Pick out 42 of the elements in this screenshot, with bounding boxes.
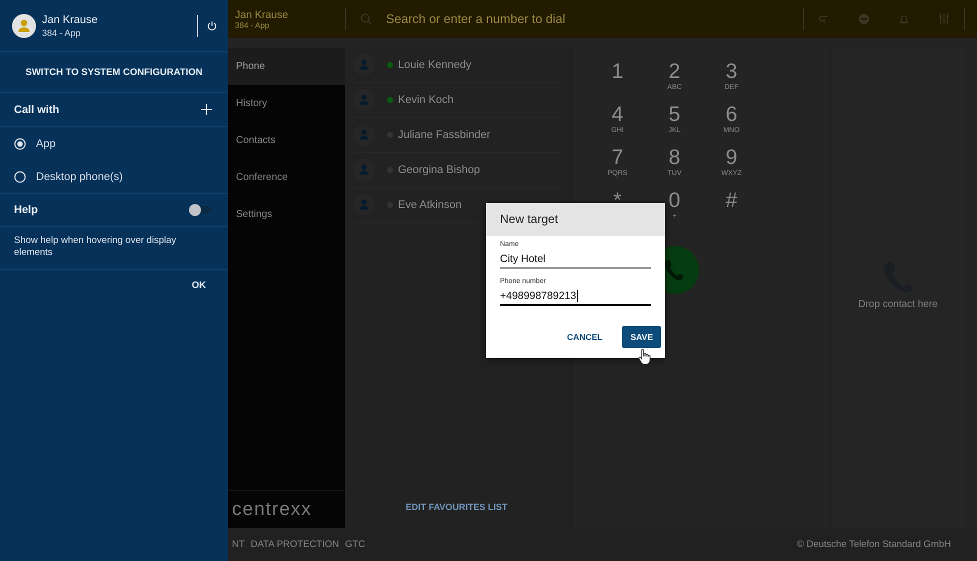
contact-name[interactable]: Juliane Fassbinder [398, 129, 490, 141]
sliders-icon[interactable] [938, 13, 950, 25]
section-title: Help [14, 204, 38, 216]
nav-item[interactable]: History [228, 85, 345, 122]
contact-name[interactable]: Eve Atkinson [398, 199, 462, 211]
radio-button[interactable] [14, 138, 26, 150]
dial-key[interactable]: # [703, 189, 760, 232]
dialog-title: New target [486, 203, 665, 236]
user-name: Jan Krause [235, 8, 290, 20]
nav-item[interactable]: Phone [228, 48, 345, 85]
nav-item[interactable]: Contacts [228, 122, 345, 159]
footer-link[interactable]: DATA PROTECTION [250, 539, 339, 550]
input-field[interactable]: City Hotel [500, 250, 651, 269]
logo: centrexx [232, 498, 312, 520]
radio-label: App [36, 138, 56, 150]
dial-key[interactable]: 1 [589, 60, 646, 103]
footer-link[interactable]: GTC [345, 539, 366, 550]
search-icon [360, 13, 372, 25]
nav-item[interactable]: Settings [228, 196, 345, 233]
plus-icon[interactable] [201, 104, 212, 115]
nav-item[interactable]: Conference [228, 159, 345, 196]
user-extension: 384 - App [235, 20, 270, 30]
help-toggle[interactable] [191, 206, 212, 214]
drop-hint: Drop contact here [858, 299, 938, 310]
power-icon[interactable] [206, 20, 218, 32]
cancel-button[interactable]: CANCEL [559, 326, 610, 348]
radio-label: Desktop phone(s) [36, 170, 123, 182]
user-extension: 384 - App [42, 28, 82, 38]
search-field[interactable]: Search or enter a number to dial [384, 11, 803, 27]
save-button[interactable]: SAVE [622, 326, 661, 348]
section-title: Call with [14, 104, 60, 116]
copyright: © Deutsche Telefon Standard GmbH [796, 539, 951, 550]
ok-button[interactable]: OK [184, 276, 214, 295]
input-field[interactable]: +498998789213 [500, 287, 651, 306]
contact-name[interactable]: Kevin Koch [398, 94, 454, 106]
footer-link[interactable]: NT [232, 539, 245, 550]
contact-name[interactable]: Louie Kennedy [398, 59, 472, 71]
contact-name[interactable]: Georgina Bishop [398, 164, 480, 176]
edit-favourites-link[interactable]: EDIT FAVOURITES LIST [406, 502, 508, 512]
user-name: Jan Krause [42, 14, 99, 26]
radio-button[interactable] [14, 170, 26, 182]
avatar-icon [12, 14, 36, 38]
